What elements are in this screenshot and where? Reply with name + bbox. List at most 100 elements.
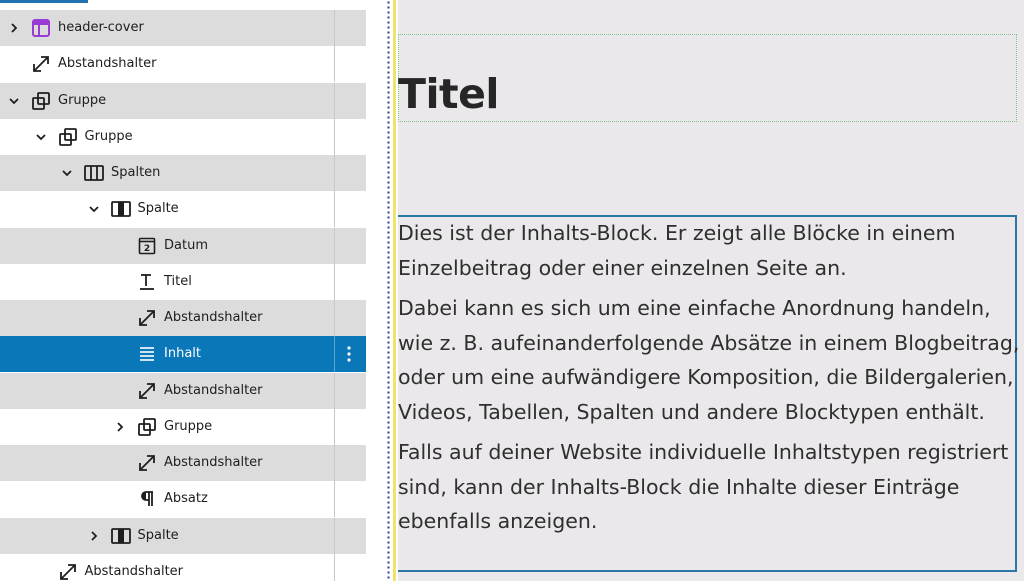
list-item[interactable]: Abstandshalter xyxy=(0,445,366,481)
list-item-label: Absatz xyxy=(164,491,208,507)
chevron-down-icon[interactable] xyxy=(59,165,75,181)
row-divider xyxy=(334,445,335,481)
row-divider xyxy=(334,191,335,228)
list-view-panel: header-cover Abstandshalter Gruppe Gruppe Sp… xyxy=(0,0,384,581)
list-item-cells: Abstandshalter xyxy=(0,554,366,581)
chevron-right-icon[interactable] xyxy=(86,528,102,544)
list-item-label: Abstandshalter xyxy=(58,56,157,72)
list-item[interactable]: Absatz xyxy=(0,481,366,518)
list-item[interactable]: Abstandshalter xyxy=(0,300,366,336)
list-item[interactable]: 2 Datum xyxy=(0,227,366,264)
list-item[interactable]: Spalten xyxy=(0,155,366,191)
list-item-cells: Abstandshalter xyxy=(0,46,366,82)
list-item[interactable]: Abstandshalter xyxy=(0,46,366,83)
list-item-label: Spalte xyxy=(137,527,179,543)
list-item-label: header-cover xyxy=(58,20,144,35)
list-item[interactable]: Spalte xyxy=(0,517,366,554)
chevron-down-icon[interactable] xyxy=(86,201,102,217)
list-item[interactable]: Inhalt xyxy=(0,336,366,373)
list-item-label: Spalten xyxy=(111,165,161,180)
post-title[interactable]: Titel xyxy=(398,70,499,118)
title-icon xyxy=(136,271,158,293)
content-paragraph: Dies ist der Inhalts-Block. Er zeigt all… xyxy=(398,221,956,280)
list-item-label: Abstandshalter xyxy=(164,382,263,398)
list-item[interactable]: Gruppe xyxy=(0,82,366,119)
list-item[interactable]: Gruppe xyxy=(0,118,366,155)
list-item-label: Abstandshalter xyxy=(164,310,263,325)
list-item[interactable]: Abstandshalter xyxy=(0,372,366,409)
spacer-icon xyxy=(57,561,79,581)
separator-highlight xyxy=(393,0,396,581)
list-item-label: Abstandshalter xyxy=(164,455,263,470)
list-item-cells: Gruppe xyxy=(0,119,366,155)
chevron-right-icon[interactable] xyxy=(112,419,128,435)
row-divider xyxy=(334,553,335,581)
separator-dots xyxy=(386,0,391,581)
list-item-cells: header-cover xyxy=(0,10,366,46)
list-item-label: Inhalt xyxy=(164,346,201,362)
list-item[interactable]: Spalte xyxy=(0,191,366,228)
group-icon xyxy=(136,416,158,438)
content-paragraph: Falls auf deiner Website individuelle In… xyxy=(398,440,1009,533)
list-item-cells: 2 Datum xyxy=(0,228,366,264)
list-item[interactable]: Abstandshalter xyxy=(0,553,366,581)
list-item-label: Titel xyxy=(164,273,192,289)
content-block[interactable]: Dies ist der Inhalts-Block. Er zeigt all… xyxy=(398,216,1020,545)
list-item-cells: Inhalt xyxy=(0,336,366,372)
spacer-icon xyxy=(136,452,158,474)
panel-separator xyxy=(384,0,398,581)
list-item[interactable]: header-cover xyxy=(0,10,366,46)
list-item-cells: Abstandshalter xyxy=(0,300,366,336)
list-item[interactable]: Gruppe xyxy=(0,408,366,445)
ellipsis-vertical-icon[interactable] xyxy=(338,336,360,372)
list-item-cells: Absatz xyxy=(0,481,366,517)
group-icon xyxy=(30,90,52,112)
editor-canvas: Titel Dies ist der Inhalts-Block. Er zei… xyxy=(398,0,1024,581)
columns-icon xyxy=(83,162,105,184)
spacer-icon xyxy=(30,53,52,75)
row-divider xyxy=(334,227,335,264)
chevron-down-icon[interactable] xyxy=(6,93,22,109)
chevron-right-icon[interactable] xyxy=(6,20,22,36)
date-icon: 2 xyxy=(136,235,158,257)
list-item-label: Spalte xyxy=(137,201,179,217)
row-divider xyxy=(334,372,335,409)
row-divider xyxy=(334,300,335,336)
row-divider xyxy=(334,481,335,518)
spacer-icon xyxy=(136,380,158,402)
list-item-cells: Abstandshalter xyxy=(0,445,366,481)
row-divider xyxy=(334,408,335,445)
list-item-cells: Titel xyxy=(0,264,366,300)
list-item-cells: Gruppe xyxy=(0,409,366,445)
content-icon xyxy=(136,343,158,365)
list-item-label: Gruppe xyxy=(58,92,107,108)
content-paragraph: Dabei kann es sich um eine einfache Anor… xyxy=(398,296,1020,424)
list-item-cells: Spalte xyxy=(0,191,366,227)
chevron-down-icon[interactable] xyxy=(33,129,49,145)
svg-text:2: 2 xyxy=(144,244,150,254)
column-icon xyxy=(110,198,132,220)
list-item-cells: Gruppe xyxy=(0,83,366,119)
list-item[interactable]: Titel xyxy=(0,263,366,300)
list-item-cells: Spalte xyxy=(0,518,366,554)
row-divider xyxy=(334,263,335,300)
list-item-label: Gruppe xyxy=(84,128,133,144)
column-icon xyxy=(110,525,132,547)
list-item-cells: Abstandshalter xyxy=(0,373,366,409)
list-item-label: Gruppe xyxy=(164,418,213,434)
row-divider xyxy=(334,336,335,373)
paragraph-icon xyxy=(136,488,158,510)
row-divider xyxy=(334,155,335,191)
template-part-icon xyxy=(30,17,52,39)
row-divider xyxy=(334,10,335,46)
row-divider xyxy=(334,517,335,554)
active-tab-indicator xyxy=(0,0,88,3)
spacer-icon xyxy=(136,307,158,329)
row-divider xyxy=(334,46,335,83)
row-divider xyxy=(334,118,335,155)
group-icon xyxy=(57,126,79,148)
row-divider xyxy=(334,82,335,119)
list-item-label: Datum xyxy=(164,237,208,253)
list-item-cells: Spalten xyxy=(0,155,366,191)
list-item-label: Abstandshalter xyxy=(84,563,184,579)
